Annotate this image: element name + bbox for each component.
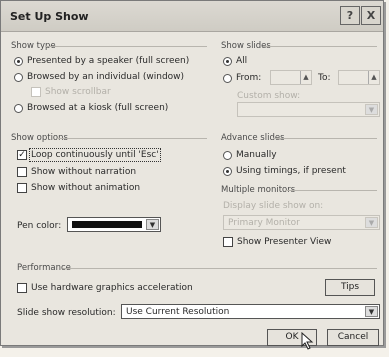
hardware-acceleration-label: Use hardware graphics acceleration: [31, 283, 193, 293]
show-options-divider: [57, 138, 207, 139]
browsed-at-kiosk-radio[interactable]: [14, 103, 23, 113]
resolution-label: Slide show resolution:: [17, 308, 116, 318]
pen-color-chevron-down-icon[interactable]: ▼: [146, 219, 159, 230]
loop-continuously-checkbox[interactable]: ✓: [17, 150, 27, 160]
dialog-title: Set Up Show: [10, 10, 89, 23]
manually-option[interactable]: Manually: [223, 150, 277, 160]
advance-slides-divider: [273, 138, 377, 139]
loop-continuously-option[interactable]: ✓ Loop continuously until 'Esc': [17, 148, 161, 162]
without-narration-option[interactable]: Show without narration: [17, 167, 136, 177]
hardware-acceleration-option[interactable]: Use hardware graphics acceleration: [17, 283, 193, 293]
without-animation-option[interactable]: Show without animation: [17, 183, 140, 193]
using-timings-radio[interactable]: [223, 166, 232, 176]
help-button[interactable]: ?: [340, 6, 360, 25]
show-presenter-view-option[interactable]: Show Presenter View: [223, 237, 331, 247]
using-timings-option[interactable]: Using timings, if present: [223, 166, 346, 176]
all-slides-option[interactable]: All: [223, 56, 247, 66]
manually-radio[interactable]: [223, 150, 232, 160]
from-spin-arrows-icon[interactable]: ▲: [300, 71, 311, 84]
presented-by-speaker-label: Presented by a speaker (full screen): [27, 56, 190, 66]
display-on-value: Primary Monitor: [228, 218, 300, 228]
without-narration-checkbox[interactable]: [17, 167, 27, 177]
all-slides-radio[interactable]: [223, 56, 232, 66]
pen-color-swatch: [72, 221, 142, 228]
custom-show-option: Custom show:: [237, 91, 300, 101]
multiple-monitors-divider: [285, 190, 377, 191]
from-label: From:: [236, 73, 262, 83]
browsed-by-individual-option[interactable]: Browsed by an individual (window): [14, 72, 184, 82]
without-narration-label: Show without narration: [31, 167, 137, 177]
to-spin-arrows-icon[interactable]: ▲: [368, 71, 379, 84]
show-type-divider: [45, 46, 207, 47]
to-slide-spinner[interactable]: ▲: [338, 70, 380, 85]
browsed-at-kiosk-option[interactable]: Browsed at a kiosk (full screen): [14, 103, 168, 113]
without-animation-label: Show without animation: [31, 183, 141, 193]
loop-continuously-label: Loop continuously until 'Esc': [29, 148, 161, 162]
resolution-dropdown[interactable]: Use Current Resolution ▼: [121, 304, 380, 319]
mouse-pointer-icon: [301, 332, 314, 350]
pen-color-label: Pen color:: [17, 221, 62, 231]
to-label: To:: [318, 73, 331, 83]
presented-by-speaker-radio[interactable]: [14, 56, 23, 66]
display-on-dropdown: Primary Monitor ▼: [223, 215, 380, 230]
all-slides-label: All: [236, 56, 248, 66]
display-on-chevron-down-icon: ▼: [365, 217, 378, 228]
custom-show-label: Custom show:: [237, 91, 301, 101]
tips-button[interactable]: Tips: [325, 279, 375, 296]
browsed-by-individual-radio[interactable]: [14, 72, 23, 82]
show-scrollbar-checkbox: [31, 87, 41, 97]
show-presenter-view-checkbox[interactable]: [223, 237, 233, 247]
show-scrollbar-label: Show scrollbar: [45, 87, 111, 97]
show-presenter-view-label: Show Presenter View: [237, 237, 332, 247]
resolution-chevron-down-icon[interactable]: ▼: [365, 306, 378, 317]
display-on-label: Display slide show on:: [223, 201, 324, 211]
from-slide-spinner[interactable]: ▲: [270, 70, 312, 85]
manually-label: Manually: [236, 150, 277, 160]
presented-by-speaker-option[interactable]: Presented by a speaker (full screen): [14, 56, 189, 66]
custom-show-chevron-down-icon: ▼: [365, 104, 378, 115]
performance-divider: [63, 268, 377, 269]
show-slides-divider: [263, 46, 377, 47]
close-button[interactable]: X: [361, 6, 381, 25]
show-scrollbar-option: Show scrollbar: [31, 87, 111, 97]
custom-show-dropdown: ▼: [237, 102, 380, 117]
title-bar: Set Up Show ? X: [1, 1, 383, 32]
browsed-at-kiosk-label: Browsed at a kiosk (full screen): [27, 103, 169, 113]
browsed-by-individual-label: Browsed by an individual (window): [27, 72, 185, 82]
using-timings-label: Using timings, if present: [236, 166, 346, 176]
without-animation-checkbox[interactable]: [17, 183, 27, 193]
from-slides-option[interactable]: From:: [223, 73, 261, 83]
resolution-value: Use Current Resolution: [126, 307, 230, 317]
hardware-acceleration-checkbox[interactable]: [17, 283, 27, 293]
set-up-show-dialog: Set Up Show ? X Show type Presented by a…: [0, 0, 384, 350]
from-slides-radio[interactable]: [223, 73, 232, 83]
pen-color-picker[interactable]: ▼: [67, 217, 161, 232]
cancel-button[interactable]: Cancel: [327, 329, 379, 346]
